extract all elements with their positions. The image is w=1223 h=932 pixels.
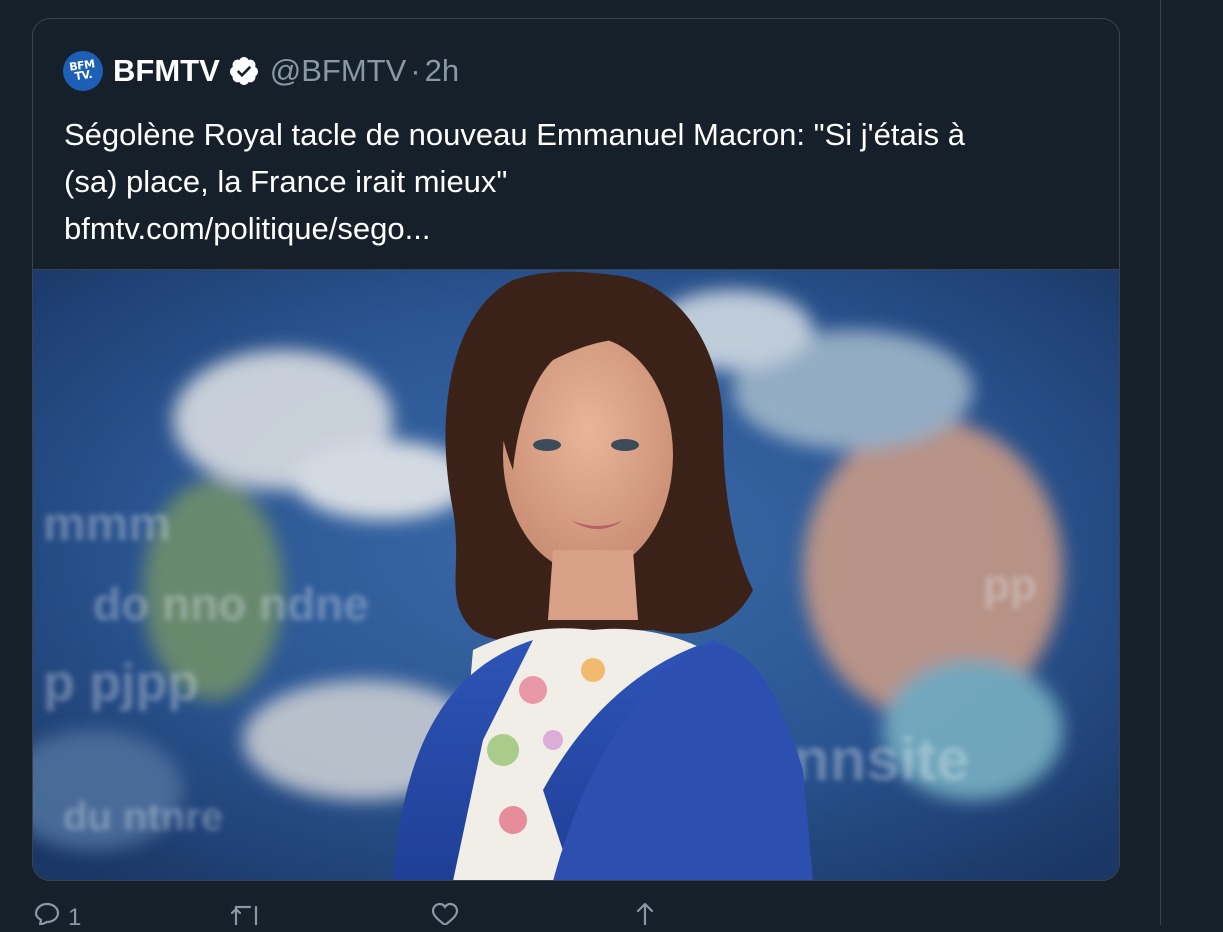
- tweet-action-bar: 1: [32, 900, 732, 931]
- avatar[interactable]: BFM TV.: [63, 51, 103, 91]
- verified-badge-icon: [228, 55, 260, 87]
- reply-button[interactable]: 1: [32, 900, 81, 932]
- svg-text:do nno ndne: do nno ndne: [93, 578, 369, 630]
- share-icon: [630, 900, 660, 925]
- column-divider: [1160, 0, 1161, 925]
- tweet-photo[interactable]: mmm do nno ndne p pjpp du ntnre nnsite p…: [33, 269, 1119, 880]
- svg-text:p pjpp: p pjpp: [43, 654, 199, 712]
- tweet-link[interactable]: bfmtv.com/politique/sego...: [64, 205, 1084, 252]
- svg-text:mmm: mmm: [43, 498, 171, 551]
- author-display-name[interactable]: BFMTV: [113, 53, 220, 89]
- tweet-timestamp[interactable]: 2h: [425, 53, 459, 89]
- reply-icon: [32, 900, 62, 925]
- avatar-logo: BFM TV.: [68, 57, 96, 84]
- tweet-text-line: Ségolène Royal tacle de nouveau Emmanuel…: [64, 117, 965, 152]
- share-button[interactable]: [630, 900, 660, 925]
- portrait-photo-image: mmm do nno ndne p pjpp du ntnre nnsite p…: [33, 270, 1119, 880]
- svg-text:nnsite: nnsite: [793, 726, 970, 793]
- tweet-text: Ségolène Royal tacle de nouveau Emmanuel…: [64, 111, 1084, 252]
- quoted-tweet-card[interactable]: BFM TV. BFMTV @BFMTV · 2h Ségolène Royal…: [32, 18, 1120, 881]
- heart-icon: [430, 900, 460, 925]
- retweet-icon: [230, 900, 262, 925]
- svg-text:pp: pp: [983, 561, 1037, 610]
- reply-count: 1: [68, 904, 82, 931]
- tweet-header: BFM TV. BFMTV @BFMTV · 2h: [63, 51, 459, 91]
- tweet-text-line: (sa) place, la France irait mieux": [64, 164, 508, 199]
- separator-dot: ·: [410, 53, 421, 88]
- svg-text:du ntnre: du ntnre: [63, 795, 223, 839]
- like-button[interactable]: [430, 900, 460, 925]
- retweet-button[interactable]: [230, 900, 262, 925]
- author-handle[interactable]: @BFMTV: [270, 53, 407, 89]
